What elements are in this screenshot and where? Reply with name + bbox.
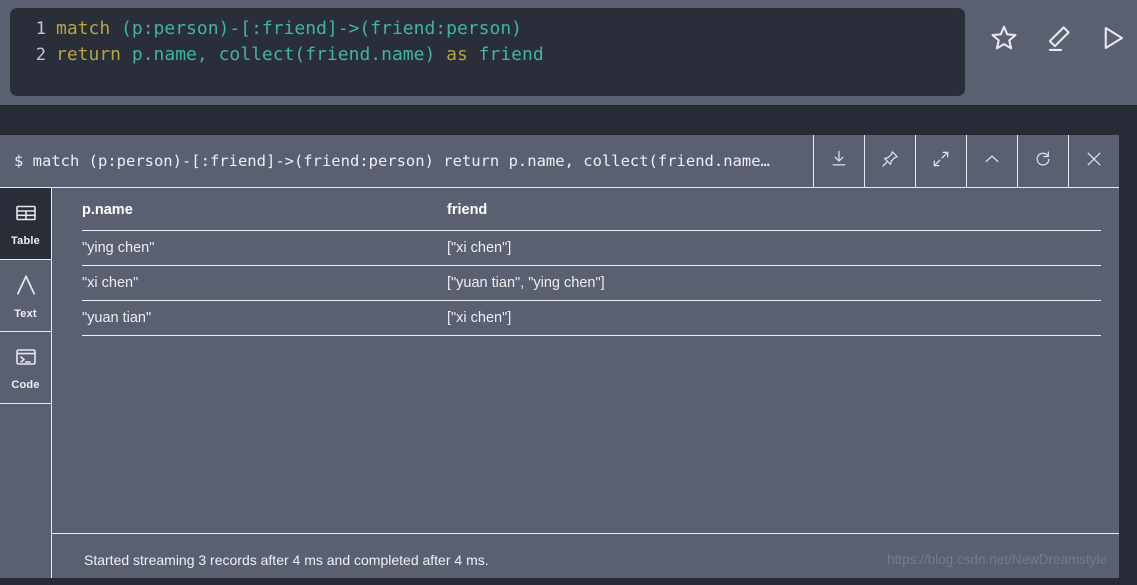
cell-friend: ["yuan tian", "ying chen"] xyxy=(447,265,1101,301)
tab-text[interactable]: Text xyxy=(0,260,51,332)
eraser-icon xyxy=(1043,23,1073,58)
collapse-chevron-up-icon xyxy=(982,149,1002,174)
table-header-row: p.name friend xyxy=(82,188,1101,231)
line-number: 2 xyxy=(35,45,46,65)
expand-icon xyxy=(931,149,951,174)
terminal-prompt-icon xyxy=(14,345,38,374)
code-text: friend xyxy=(467,44,544,65)
editor-toolbar xyxy=(972,12,1137,68)
clear-eraser-button[interactable] xyxy=(1036,18,1080,62)
result-header: $ match (p:person)-[:friend]->(friend:pe… xyxy=(0,135,1119,187)
panel-separator xyxy=(0,105,1137,135)
run-query-button[interactable] xyxy=(1090,18,1134,62)
expand-button[interactable] xyxy=(915,135,966,187)
favorite-star-button[interactable] xyxy=(982,18,1026,62)
watermark-text: https://blog.csdn.net/NewDreamstyle xyxy=(887,552,1107,567)
tab-table-label: Table xyxy=(11,234,40,247)
code-keyword: as xyxy=(446,44,468,65)
column-header-pname: p.name xyxy=(82,188,447,231)
tab-table[interactable]: Table xyxy=(0,188,51,260)
cell-friend: ["xi chen"] xyxy=(447,230,1101,266)
table-row: "ying chen" ["xi chen"] xyxy=(82,230,1101,266)
code-keyword: match xyxy=(56,18,111,39)
result-toolbar xyxy=(813,135,1119,187)
cell-pname: "ying chen" xyxy=(82,230,447,266)
tab-code-label: Code xyxy=(11,378,40,391)
code-keyword: return xyxy=(56,44,122,65)
refresh-button[interactable] xyxy=(1017,135,1068,187)
result-panel: $ match (p:person)-[:friend]->(friend:pe… xyxy=(0,135,1119,585)
code-line-1: 1 match (p:person)-[:friend]->(friend:pe… xyxy=(10,16,965,42)
refresh-icon xyxy=(1033,149,1053,174)
pin-icon xyxy=(880,149,900,174)
table-row: "yuan tian" ["xi chen"] xyxy=(82,300,1101,336)
favorite-star-icon xyxy=(989,23,1019,58)
column-header-friend: friend xyxy=(447,188,1101,231)
view-mode-tabs: Table Text Code xyxy=(0,187,51,585)
collapse-button[interactable] xyxy=(966,135,1017,187)
download-button[interactable] xyxy=(813,135,864,187)
query-editor-area: 1 match (p:person)-[:friend]->(friend:pe… xyxy=(0,0,1137,105)
cell-friend: ["xi chen"] xyxy=(447,300,1101,336)
cell-pname: "xi chen" xyxy=(82,265,447,301)
results-table-container: p.name friend "ying chen" ["xi chen"] "x… xyxy=(51,187,1119,585)
run-play-icon xyxy=(1097,23,1127,58)
result-body: Table Text Code p.name friend "ying chen… xyxy=(0,187,1119,585)
app-root: 1 match (p:person)-[:friend]->(friend:pe… xyxy=(0,0,1137,585)
bottom-strip xyxy=(0,578,1137,585)
cell-pname: "yuan tian" xyxy=(82,300,447,336)
status-message: Started streaming 3 records after 4 ms a… xyxy=(84,551,489,568)
result-query-label: $ match (p:person)-[:friend]->(friend:pe… xyxy=(14,152,770,170)
letter-a-icon xyxy=(13,272,39,303)
tab-code[interactable]: Code xyxy=(0,332,51,404)
query-editor[interactable]: 1 match (p:person)-[:friend]->(friend:pe… xyxy=(10,8,965,96)
results-table: p.name friend "ying chen" ["xi chen"] "x… xyxy=(82,188,1101,336)
tab-text-label: Text xyxy=(14,307,37,320)
code-text: p.name, collect(friend.name) xyxy=(121,44,447,65)
table-grid-icon xyxy=(14,201,38,230)
code-line-2: 2 return p.name, collect(friend.name) as… xyxy=(10,42,965,68)
close-button[interactable] xyxy=(1068,135,1119,187)
code-text: (p:person)-[:friend]->(friend:person) xyxy=(110,18,522,39)
pin-button[interactable] xyxy=(864,135,915,187)
table-row: "xi chen" ["yuan tian", "ying chen"] xyxy=(82,265,1101,301)
download-icon xyxy=(829,149,849,174)
close-icon xyxy=(1084,149,1104,174)
line-number: 1 xyxy=(35,19,46,39)
